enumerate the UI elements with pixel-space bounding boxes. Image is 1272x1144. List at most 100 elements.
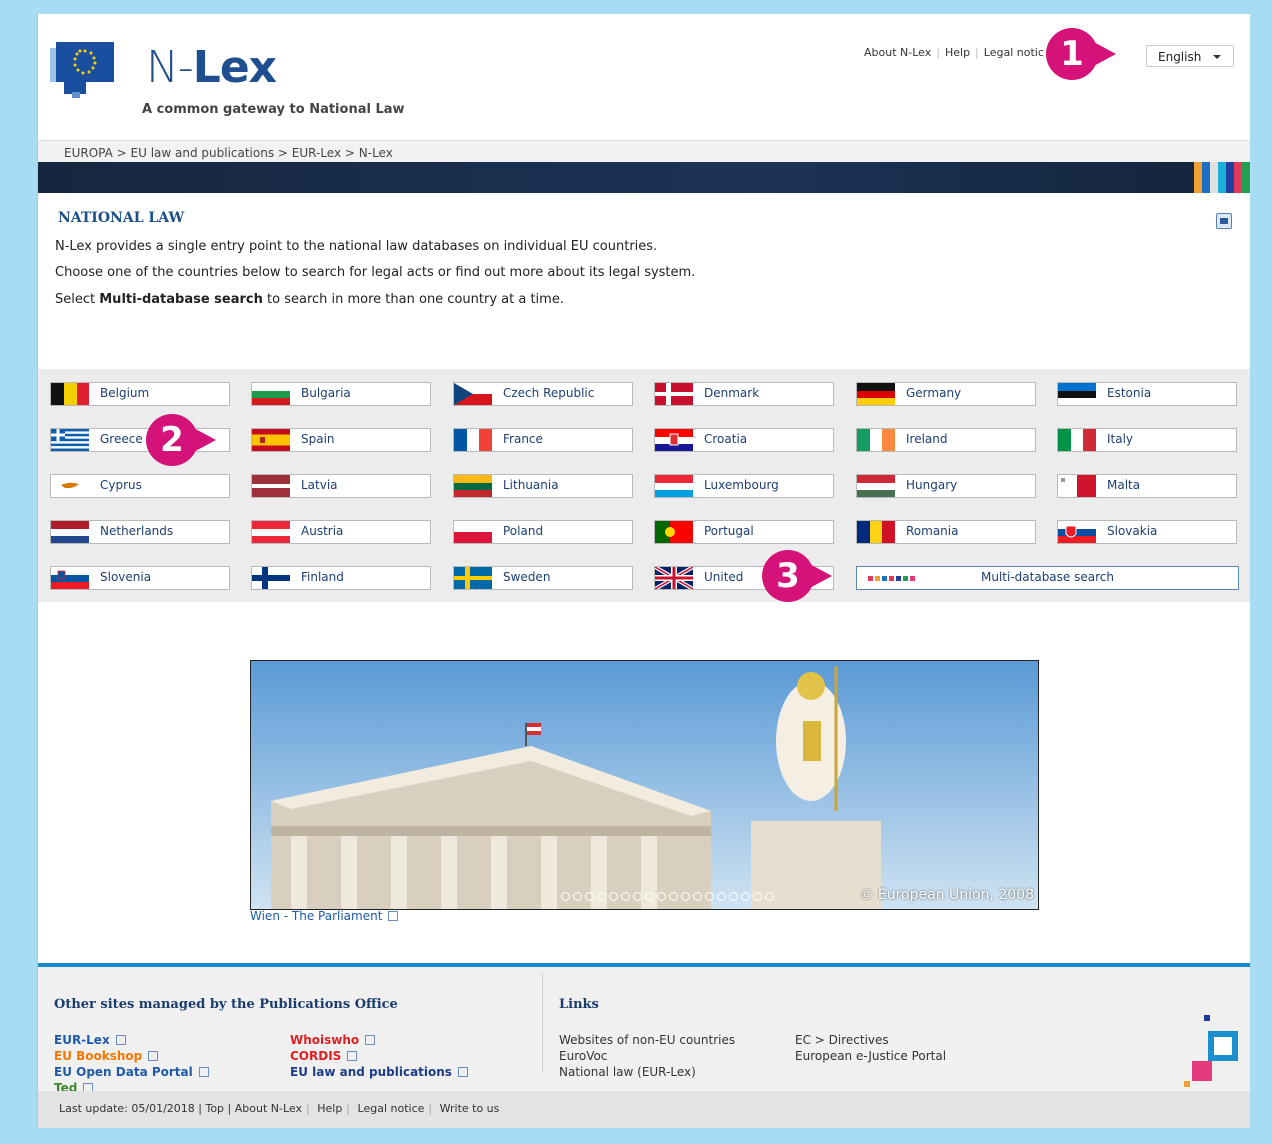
footer-link-whoiswho[interactable]: Whoiswho: [290, 1033, 376, 1047]
multi-square-5: [903, 576, 908, 581]
slide-dot-11[interactable]: [693, 892, 702, 901]
about-link[interactable]: About N-Lex: [864, 46, 931, 59]
intro-line-2: Choose one of the countries below to sea…: [55, 265, 696, 280]
multi-database-search-button[interactable]: Multi-database search: [856, 566, 1239, 590]
country-button-malta[interactable]: Malta: [1057, 474, 1237, 498]
multi-square-6: [910, 576, 915, 581]
intro-line-1: N-Lex provides a single entry point to t…: [55, 239, 658, 254]
slide-dot-6[interactable]: [633, 892, 642, 901]
photo-copyright: © European Union, 2008: [859, 887, 1034, 903]
footer-divider: [542, 973, 543, 1073]
country-button-estonia[interactable]: Estonia: [1057, 382, 1237, 406]
country-button-italy[interactable]: Italy: [1057, 428, 1237, 452]
slide-dot-14[interactable]: [729, 892, 738, 901]
slide-dot-8[interactable]: [657, 892, 666, 901]
slide-dot-2[interactable]: [585, 892, 594, 901]
country-button-bulgaria[interactable]: Bulgaria: [251, 382, 431, 406]
country-button-czech-republic[interactable]: Czech Republic: [453, 382, 633, 406]
country-button-portugal[interactable]: Portugal: [654, 520, 834, 544]
country-label: Greece: [100, 432, 143, 446]
country-button-denmark[interactable]: Denmark: [654, 382, 834, 406]
print-icon[interactable]: [1216, 213, 1232, 229]
footer-about-link[interactable]: About N-Lex: [235, 1102, 302, 1115]
country-button-poland[interactable]: Poland: [453, 520, 633, 544]
country-button-belgium[interactable]: Belgium: [50, 382, 230, 406]
country-label: Slovenia: [100, 570, 152, 584]
slide-dot-7[interactable]: [645, 892, 654, 901]
country-button-finland[interactable]: Finland: [251, 566, 431, 590]
footer-link-eurovoc[interactable]: EuroVoc: [559, 1049, 607, 1063]
country-button-latvia[interactable]: Latvia: [251, 474, 431, 498]
intro-line-3-post: to search in more than one country at a …: [262, 292, 564, 307]
country-button-france[interactable]: France: [453, 428, 633, 452]
footer-link-eu-law-and-publications[interactable]: EU law and publications: [290, 1065, 468, 1079]
last-update-text[interactable]: Last update: 05/01/2018 | Top |: [59, 1102, 231, 1115]
footer-link-ec-directives[interactable]: EC > Directives: [795, 1033, 889, 1047]
country-button-slovenia[interactable]: Slovenia: [50, 566, 230, 590]
footer-link-text: European e-Justice Portal: [795, 1049, 947, 1063]
breadcrumb[interactable]: EUROPA > EU law and publications > EUR-L…: [38, 140, 1250, 162]
italy-flag-icon: [1058, 429, 1096, 451]
footer-link-eur-lex[interactable]: EUR-Lex: [54, 1033, 126, 1047]
slide-dot-16[interactable]: [753, 892, 762, 901]
slide-dot-13[interactable]: [717, 892, 726, 901]
country-button-netherlands[interactable]: Netherlands: [50, 520, 230, 544]
country-button-croatia[interactable]: Croatia: [654, 428, 834, 452]
slide-dot-0[interactable]: [561, 892, 570, 901]
luxembourg-flag-icon: [655, 475, 693, 497]
callout-3-arrow-icon: [806, 562, 832, 590]
language-select[interactable]: English: [1146, 45, 1234, 67]
country-button-lithuania[interactable]: Lithuania: [453, 474, 633, 498]
slide-dot-3[interactable]: [597, 892, 606, 901]
country-button-ireland[interactable]: Ireland: [856, 428, 1036, 452]
country-label: Romania: [906, 524, 959, 538]
country-button-romania[interactable]: Romania: [856, 520, 1036, 544]
footer-link-websites-of-non-eu-countries[interactable]: Websites of non-EU countries: [559, 1033, 735, 1047]
slide-dot-9[interactable]: [669, 892, 678, 901]
country-button-austria[interactable]: Austria: [251, 520, 431, 544]
footer-link-text: Websites of non-EU countries: [559, 1033, 736, 1047]
slide-caption-link[interactable]: Wien - The Parliament: [250, 909, 399, 923]
denmark-flag-icon: [655, 383, 693, 405]
country-label: Luxembourg: [704, 478, 779, 492]
footer-link-text: EU Open Data Portal: [54, 1065, 193, 1079]
slide-dot-15[interactable]: [741, 892, 750, 901]
multi-square-2: [882, 576, 887, 581]
country-button-hungary[interactable]: Hungary: [856, 474, 1036, 498]
country-button-sweden[interactable]: Sweden: [453, 566, 633, 590]
footer-link-european-e-justice-portal[interactable]: European e-Justice Portal: [795, 1049, 946, 1063]
legal-notice-link[interactable]: Legal notic: [984, 46, 1044, 59]
footer: Other sites managed by the Publications …: [38, 963, 1250, 1128]
footer-link-national-law-eur-lex-[interactable]: National law (EUR-Lex): [559, 1065, 696, 1079]
country-button-spain[interactable]: Spain: [251, 428, 431, 452]
intro-line-3-pre: Select: [55, 292, 100, 307]
footer-write-link[interactable]: Write to us: [440, 1102, 500, 1115]
slide-dot-4[interactable]: [609, 892, 618, 901]
logo-title[interactable]: N-Lex: [146, 42, 277, 93]
slovenia-flag-icon: [51, 567, 89, 589]
footer-legal-link[interactable]: Legal notice: [358, 1102, 425, 1115]
country-button-luxembourg[interactable]: Luxembourg: [654, 474, 834, 498]
eu-flag-logo[interactable]: [50, 40, 120, 98]
country-label: Sweden: [503, 570, 551, 584]
slideshow[interactable]: © European Union, 2008: [250, 660, 1039, 910]
slide-dot-5[interactable]: [621, 892, 630, 901]
czech-republic-flag-icon: [454, 383, 492, 405]
country-label: Czech Republic: [503, 386, 595, 400]
slideshow-dots[interactable]: [561, 892, 774, 901]
footer-link-cordis[interactable]: CORDIS: [290, 1049, 358, 1063]
slide-dot-1[interactable]: [573, 892, 582, 901]
footer-link-eu-bookshop[interactable]: EU Bookshop: [54, 1049, 159, 1063]
footer-link-eu-open-data-portal[interactable]: EU Open Data Portal: [54, 1065, 209, 1079]
country-button-germany[interactable]: Germany: [856, 382, 1036, 406]
slide-dot-17[interactable]: [765, 892, 774, 901]
footer-help-link[interactable]: Help: [317, 1102, 342, 1115]
slide-dot-12[interactable]: [705, 892, 714, 901]
slide-dot-10[interactable]: [681, 892, 690, 901]
callout-2-arrow-icon: [190, 426, 216, 454]
country-button-slovakia[interactable]: Slovakia: [1057, 520, 1237, 544]
strip-color-0: [1194, 162, 1202, 193]
sweden-flag-icon: [454, 567, 492, 589]
help-link[interactable]: Help: [945, 46, 970, 59]
country-button-cyprus[interactable]: Cyprus: [50, 474, 230, 498]
